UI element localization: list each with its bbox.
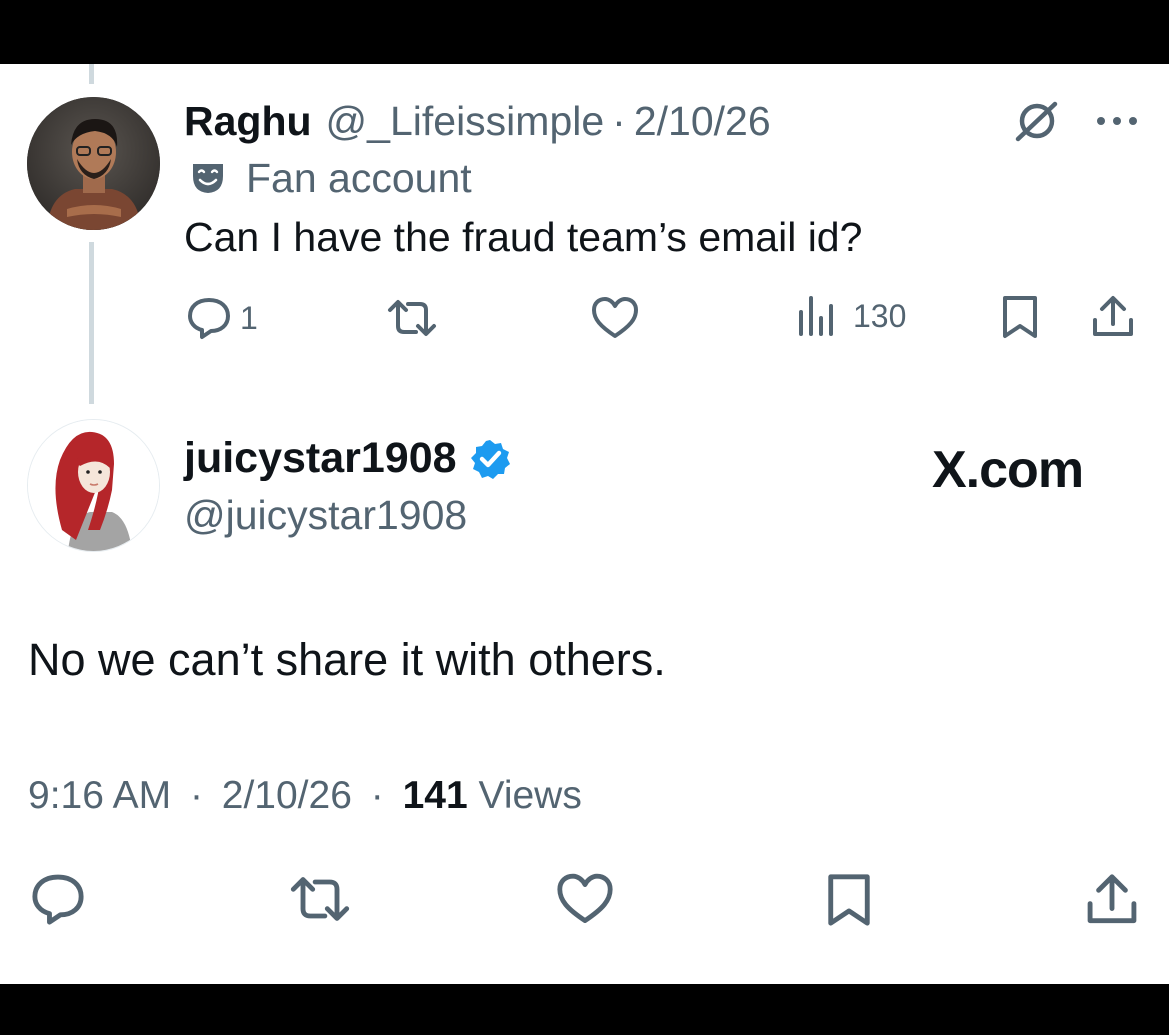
- parent-author-handle[interactable]: @_Lifeissimple: [326, 98, 605, 145]
- heart-icon: [557, 873, 613, 923]
- retweet-button[interactable]: [384, 296, 440, 340]
- avatar-juicystar[interactable]: [27, 419, 160, 552]
- grok-icon: [1015, 101, 1058, 142]
- reply2-retweet-button[interactable]: [286, 872, 354, 926]
- reply-button[interactable]: 1: [186, 296, 258, 340]
- bookmark-icon: [1003, 296, 1037, 338]
- reply-tweet-text: No we can’t share it with others.: [28, 634, 666, 685]
- views-button[interactable]: 130: [797, 294, 906, 338]
- retweet-icon: [290, 877, 350, 921]
- avatar-juicystar-image: [28, 420, 159, 551]
- reply-bubble-icon: [32, 874, 84, 925]
- reply-views-count: 141: [402, 774, 468, 817]
- bookmark-button[interactable]: [1000, 294, 1040, 340]
- reply2-bookmark-button[interactable]: [824, 872, 874, 928]
- reply-tweet-actions: [0, 872, 1169, 928]
- parent-tweet-actions: 1 130: [0, 292, 1169, 342]
- bar-chart-icon: [799, 296, 833, 336]
- verified-badge-icon: [470, 439, 510, 479]
- reply-views-label: Views: [478, 774, 582, 817]
- reply-author-handle[interactable]: @juicystar1908: [184, 492, 467, 539]
- screenshot-frame: Raghu @_Lifeissimple · 2/10/26 Fan accou…: [0, 0, 1169, 1035]
- share-icon: [1093, 296, 1133, 336]
- reply2-reply-button[interactable]: [30, 872, 86, 926]
- heart-icon: [592, 297, 638, 338]
- brand-watermark: X.com: [932, 441, 1084, 499]
- meta-separator-1: ·: [189, 774, 203, 817]
- more-dots-icon: [1097, 117, 1137, 125]
- account-label-text: Fan account: [246, 154, 472, 201]
- retweet-icon: [388, 300, 436, 336]
- share-button[interactable]: [1090, 294, 1136, 340]
- avatar-raghu[interactable]: [27, 97, 160, 230]
- reply-author-name[interactable]: juicystar1908: [184, 434, 457, 483]
- like-button[interactable]: [590, 296, 640, 340]
- reply-date[interactable]: 2/10/26: [222, 774, 352, 817]
- more-button[interactable]: [1094, 96, 1140, 146]
- bookmark-icon: [828, 874, 870, 926]
- thread-line-top: [89, 64, 94, 84]
- meta-separator-2: ·: [370, 774, 384, 817]
- theater-masks-icon: [193, 164, 223, 193]
- view-count: 130: [853, 297, 907, 334]
- parent-tweet-header: Raghu @_Lifeissimple · 2/10/26: [184, 96, 771, 146]
- tweet-card: Raghu @_Lifeissimple · 2/10/26 Fan accou…: [0, 64, 1169, 984]
- avatar-raghu-image: [27, 97, 160, 230]
- reply-meta: 9:16 AM · 2/10/26 · 141 Views: [28, 774, 582, 818]
- reply2-like-button[interactable]: [555, 872, 615, 926]
- parent-tweet-date[interactable]: 2/10/26: [634, 98, 771, 145]
- share-icon: [1087, 874, 1137, 924]
- parent-author-name[interactable]: Raghu: [184, 98, 312, 145]
- reply-bubble-icon: [188, 298, 230, 339]
- parent-tweet-text: Can I have the fraud team’s email id?: [184, 214, 863, 260]
- reply-time[interactable]: 9:16 AM: [28, 774, 171, 817]
- reply-count: 1: [240, 299, 258, 336]
- reply2-share-button[interactable]: [1084, 872, 1140, 928]
- header-separator: ·: [612, 97, 626, 144]
- reply-author-row: juicystar1908: [184, 434, 511, 483]
- account-label: Fan account: [190, 154, 472, 201]
- grok-button[interactable]: [1012, 96, 1060, 146]
